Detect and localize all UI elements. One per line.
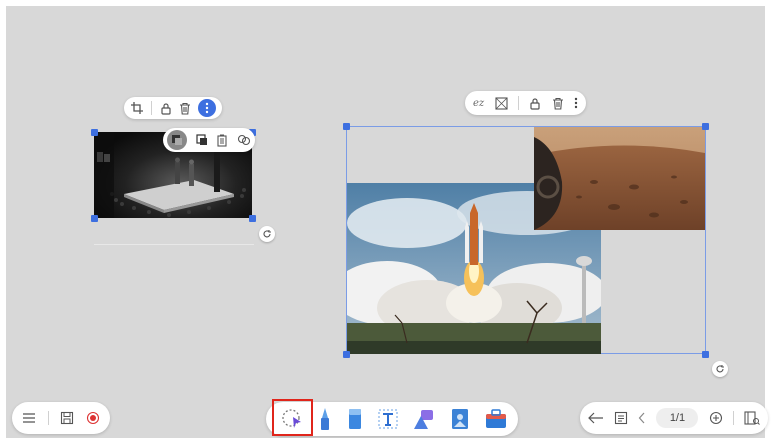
- trash-icon[interactable]: [552, 97, 564, 110]
- pages-panel-icon[interactable]: [744, 411, 760, 425]
- divider: [732, 411, 734, 425]
- bring-forward-icon[interactable]: [167, 130, 187, 150]
- send-backward-icon[interactable]: [196, 134, 208, 146]
- resize-handle[interactable]: [249, 215, 256, 222]
- ungroup-icon[interactable]: ez: [473, 98, 484, 109]
- resize-handle[interactable]: [91, 129, 98, 136]
- record-icon[interactable]: [86, 411, 100, 425]
- lock-icon[interactable]: [160, 102, 172, 115]
- trash-icon[interactable]: [179, 102, 191, 115]
- crop-icon[interactable]: [130, 101, 144, 115]
- menu-icon[interactable]: [22, 412, 36, 424]
- divider: [47, 411, 49, 425]
- image-frame-icon[interactable]: [494, 96, 508, 110]
- rotate-handle[interactable]: [712, 361, 728, 377]
- resize-handle[interactable]: [702, 351, 709, 358]
- prev-page-icon[interactable]: [638, 412, 646, 424]
- resize-handle[interactable]: [91, 215, 98, 222]
- rotate-handle[interactable]: [259, 226, 275, 242]
- group-icon[interactable]: [237, 134, 251, 146]
- page-toolbar: 1/1: [580, 402, 768, 434]
- mars-surface-image[interactable]: [534, 127, 705, 230]
- toolbox-icon[interactable]: [484, 408, 508, 430]
- lock-icon[interactable]: [529, 97, 541, 110]
- notes-icon[interactable]: [614, 411, 628, 425]
- layer-menu: [163, 128, 255, 152]
- divider: [517, 96, 519, 110]
- undo-icon[interactable]: [588, 412, 604, 424]
- image-icon[interactable]: [449, 407, 471, 431]
- caption-line: [94, 244, 254, 245]
- divider: [151, 101, 153, 115]
- more-icon[interactable]: [198, 99, 216, 117]
- add-page-icon[interactable]: [709, 411, 723, 425]
- resize-handle[interactable]: [702, 123, 709, 130]
- eraser-icon[interactable]: [346, 407, 364, 431]
- shapes-icon[interactable]: [412, 407, 436, 431]
- resize-handle[interactable]: [343, 351, 350, 358]
- text-icon[interactable]: [377, 408, 399, 430]
- file-toolbar: [12, 402, 110, 434]
- left-image-toolbar: [124, 97, 222, 119]
- resize-handle[interactable]: [343, 123, 350, 130]
- save-icon[interactable]: [60, 411, 74, 425]
- active-tool-highlight: [272, 399, 313, 436]
- pen-icon[interactable]: [317, 406, 333, 432]
- page-indicator[interactable]: 1/1: [656, 408, 699, 428]
- more-icon[interactable]: [574, 97, 578, 109]
- group-toolbar: ez: [465, 91, 586, 115]
- copy-icon[interactable]: [216, 134, 228, 147]
